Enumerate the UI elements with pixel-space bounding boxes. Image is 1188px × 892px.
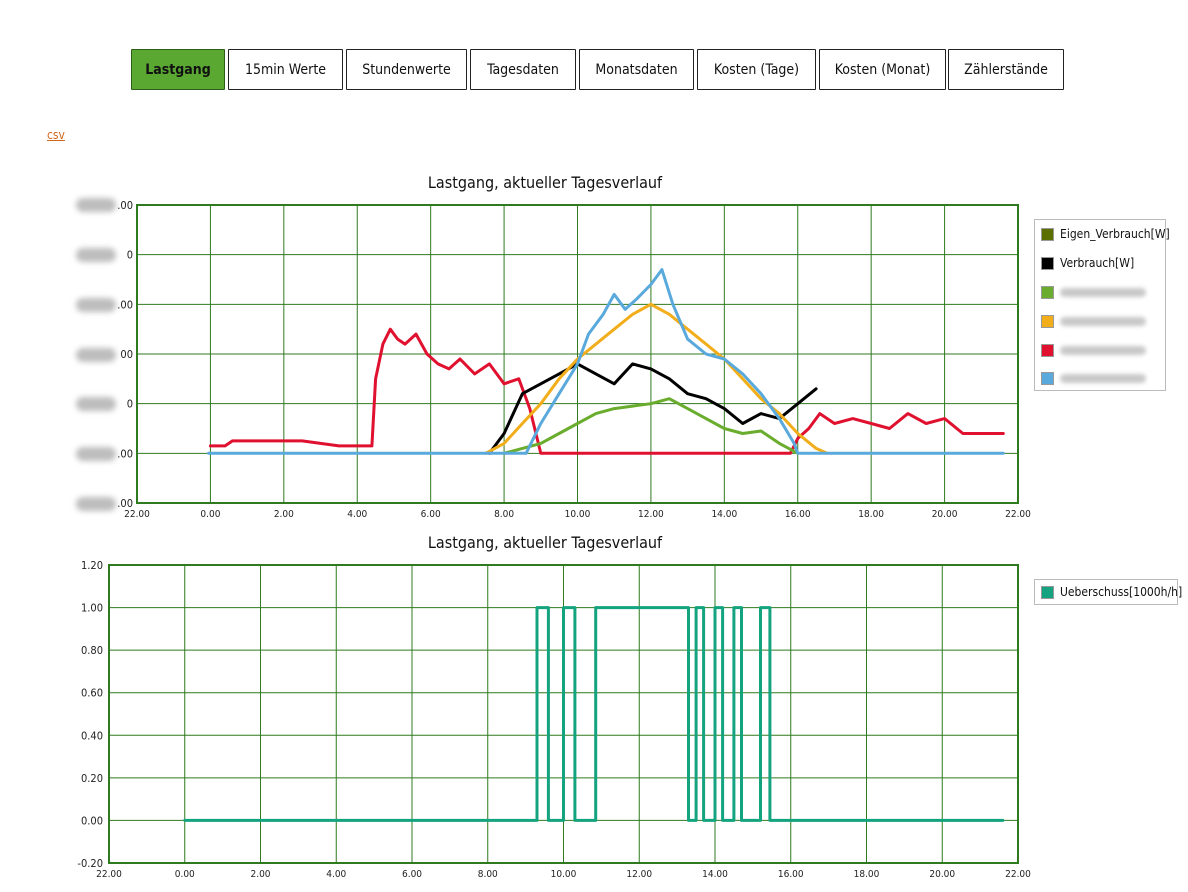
legend-swatch: [1041, 343, 1054, 357]
y-tick-label: 0: [127, 398, 133, 411]
y-tick-label: .00: [117, 298, 133, 311]
x-tick-label: 22.00: [1005, 509, 1031, 520]
legend-item: Verbrauch[W]: [1041, 256, 1134, 270]
legend-item: [1041, 343, 1146, 357]
x-tick-label: 0.00: [175, 869, 195, 880]
y-tick-label: 0.60: [81, 687, 103, 700]
x-tick-label: 16.00: [778, 869, 804, 880]
x-tick-label: 8.00: [478, 869, 498, 880]
x-tick-label: 22.00: [1005, 869, 1031, 880]
x-tick-label: 18.00: [854, 869, 880, 880]
legend-label-redacted: [1060, 287, 1146, 297]
x-tick-label: 12.00: [626, 869, 652, 880]
x-tick-label: 22.00: [96, 869, 122, 880]
x-tick-label: 16.00: [785, 509, 811, 520]
y-tick-label: 0.40: [81, 729, 103, 742]
legend-item: [1041, 285, 1146, 299]
series-line-ueberschuss: [183, 606, 1005, 822]
y-tick-label: .00: [117, 199, 133, 212]
legend-swatch: [1041, 314, 1054, 328]
x-tick-label: 4.00: [326, 869, 346, 880]
x-tick-label: 6.00: [402, 869, 422, 880]
x-tick-label: 0.00: [200, 509, 220, 520]
chart2-legend: Ueberschuss[1000h/h]: [1034, 579, 1182, 605]
y-tick-label: 00: [120, 348, 133, 361]
x-tick-label: 14.00: [702, 869, 728, 880]
x-tick-label: 14.00: [711, 509, 737, 520]
x-tick-label: 12.00: [638, 509, 664, 520]
series-line-red: [208, 327, 1005, 455]
x-tick-label: 2.00: [250, 869, 270, 880]
chart1-legend: Eigen_Verbrauch[W] Verbrauch[W]: [1034, 219, 1170, 391]
legend-swatch: [1041, 256, 1054, 270]
legend-item: Eigen_Verbrauch[W]: [1041, 227, 1170, 241]
x-tick-label: 22.00: [124, 509, 150, 520]
y-tick-label: 0.80: [81, 644, 103, 657]
y-tick-label: 0.00: [81, 814, 103, 827]
x-tick-label: 20.00: [932, 509, 958, 520]
legend-swatch: [1041, 585, 1054, 599]
x-tick-label: 10.00: [551, 869, 577, 880]
y-tick-label: .00: [117, 497, 133, 510]
legend-label-redacted: [1060, 373, 1146, 383]
legend-label: Ueberschuss[1000h/h]: [1060, 585, 1183, 599]
x-tick-label: 8.00: [494, 509, 514, 520]
x-tick-label: 10.00: [565, 509, 591, 520]
x-tick-label: 4.00: [347, 509, 367, 520]
y-tick-label: 0: [127, 249, 133, 262]
legend-label: Verbrauch[W]: [1060, 256, 1135, 270]
legend-label-redacted: [1060, 316, 1146, 326]
legend-swatch: [1041, 227, 1054, 241]
y-tick-label: 0.20: [81, 772, 103, 785]
x-tick-label: 6.00: [421, 509, 441, 520]
x-tick-label: 20.00: [929, 869, 955, 880]
y-tick-label: .00: [117, 447, 133, 460]
y-tick-label: 1.20: [81, 559, 103, 572]
legend-item: [1041, 371, 1146, 385]
legend-swatch: [1041, 371, 1054, 385]
legend-item: Ueberschuss[1000h/h]: [1041, 585, 1182, 599]
legend-label: Eigen_Verbrauch[W]: [1060, 227, 1170, 241]
legend-item: [1041, 314, 1146, 328]
x-tick-label: 18.00: [858, 509, 884, 520]
charts-canvas: 22.00 0.00 2.00 4.00 6.00 8.00 10.00 12.00 14.00…: [77, 199, 1031, 880]
y-tick-label: -0.20: [77, 857, 103, 870]
legend-swatch: [1041, 285, 1054, 299]
y-tick-label: 1.00: [81, 602, 103, 615]
x-tick-label: 2.00: [274, 509, 294, 520]
legend-label-redacted: [1060, 345, 1146, 355]
